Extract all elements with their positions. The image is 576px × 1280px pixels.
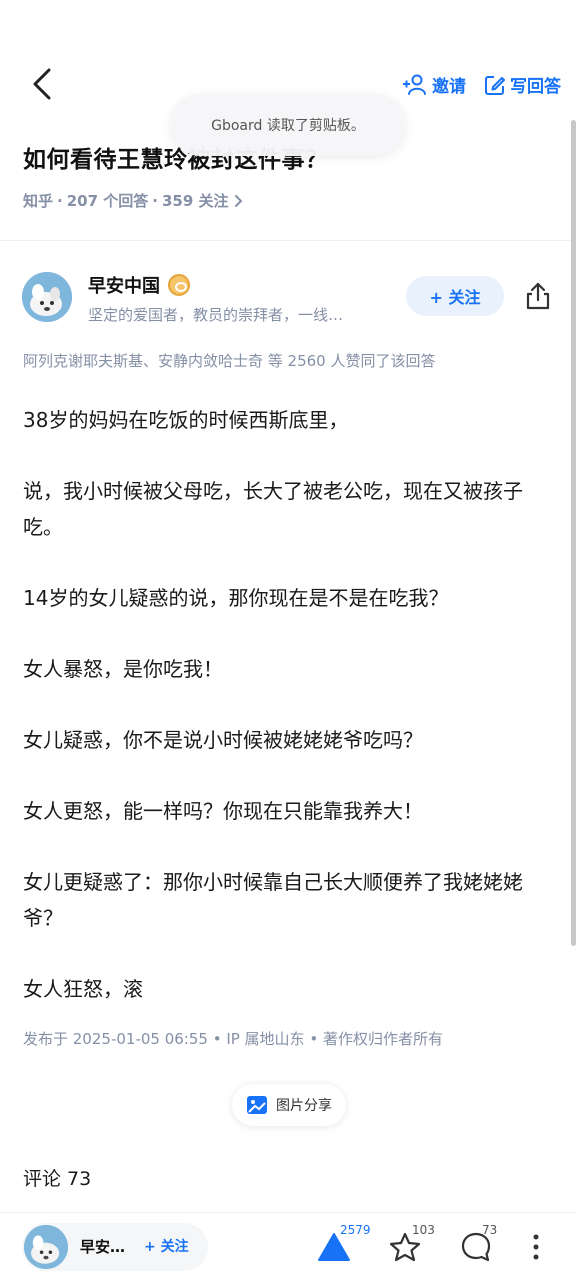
mini-author-chip[interactable]: 早安… + 关注: [22, 1223, 208, 1271]
dog-avatar-icon: [22, 272, 72, 322]
answer-count: 207 个回答: [66, 192, 149, 210]
share-icon: [526, 282, 550, 310]
comment-count: 73: [482, 1223, 498, 1237]
image-share-label: 图片分享: [276, 1098, 332, 1114]
mini-author-name: 早安…: [80, 1238, 126, 1256]
mini-follow-button[interactable]: + 关注: [144, 1236, 189, 1256]
scrollbar[interactable]: [571, 120, 576, 946]
answer-paragraph: 女人狂怒，滚: [23, 977, 143, 1001]
question-source: 知乎: [23, 192, 54, 210]
answer-paragraph: 说，我小时候被父母吃，长大了被老公吃，现在又被孩子吃。: [23, 479, 523, 539]
author-bio: 坚定的爱国者，教员的崇拜者，一线…: [88, 306, 344, 324]
question-meta[interactable]: 知乎 · 207 个回答 · 359 关注: [23, 190, 243, 211]
chevron-right-icon: [234, 194, 242, 207]
write-answer-label: 写回答: [510, 77, 561, 97]
author-name-wrap[interactable]: 早安中国: [88, 272, 190, 298]
favorite-count: 103: [412, 1223, 435, 1237]
publish-info: 发布于 2025-01-05 06:55 • IP 属地山东 • 著作权归作者所…: [23, 1030, 443, 1048]
comments-title[interactable]: 评论 73: [23, 1164, 91, 1191]
follower-count: 359 关注: [161, 192, 229, 210]
answer-paragraph: 女人暴怒，是你吃我！: [23, 657, 223, 681]
back-button[interactable]: [24, 66, 60, 102]
chevron-left-icon: [33, 68, 51, 100]
author-row: 早安中国 坚定的爱国者，教员的崇拜者，一线… + 关注: [22, 272, 554, 324]
answer-paragraph: 14岁的女儿疑惑的说，那你现在是不是在吃我？: [23, 586, 449, 610]
upvote-count: 2579: [340, 1223, 371, 1237]
upvoters-summary[interactable]: 阿列克谢耶夫斯基、安静内敛哈士奇 等 2560 人赞同了该回答: [23, 350, 435, 371]
mini-author-avatar: [24, 1225, 68, 1269]
follow-button[interactable]: + 关注: [406, 276, 504, 316]
write-answer-button[interactable]: 写回答: [484, 72, 561, 97]
meta-separator: ·: [152, 191, 158, 210]
answer-paragraph: 女人更怒，能一样吗？你现在只能靠我养大！: [23, 799, 423, 823]
invite-button[interactable]: 邀请: [402, 72, 466, 97]
image-share-button[interactable]: 图片分享: [232, 1084, 346, 1126]
answer-paragraph: 女儿更疑惑了：那你小时候靠自己长大顺便养了我姥姥姥爷？: [23, 870, 523, 930]
author-name: 早安中国: [88, 276, 160, 297]
more-options-button[interactable]: [516, 1227, 556, 1267]
share-button[interactable]: [522, 280, 554, 312]
toast-text: Gboard 读取了剪贴板。: [211, 118, 365, 134]
meta-separator: ·: [57, 191, 63, 210]
answer-paragraph: 女儿疑惑，你不是说小时候被姥姥姥爷吃吗？: [23, 728, 423, 752]
clipboard-toast: Gboard 读取了剪贴板。: [170, 94, 406, 156]
more-vertical-icon: [533, 1234, 539, 1260]
invite-label: 邀请: [432, 77, 466, 97]
answer-paragraph: 38岁的妈妈在吃饭的时候西斯底里，: [23, 408, 349, 432]
edit-icon: [485, 75, 505, 95]
answer-content: 38岁的妈妈在吃饭的时候西斯底里， 说，我小时候被父母吃，长大了被老公吃，现在又…: [23, 402, 553, 1042]
image-icon: [247, 1096, 267, 1114]
add-user-icon: [403, 74, 426, 95]
verified-badge-icon: [168, 274, 190, 296]
dog-avatar-icon: [24, 1225, 68, 1269]
author-avatar[interactable]: [22, 272, 72, 322]
bottom-action-bar: 早安… + 关注 2579 103 73: [0, 1213, 576, 1280]
header-divider: [0, 240, 576, 241]
